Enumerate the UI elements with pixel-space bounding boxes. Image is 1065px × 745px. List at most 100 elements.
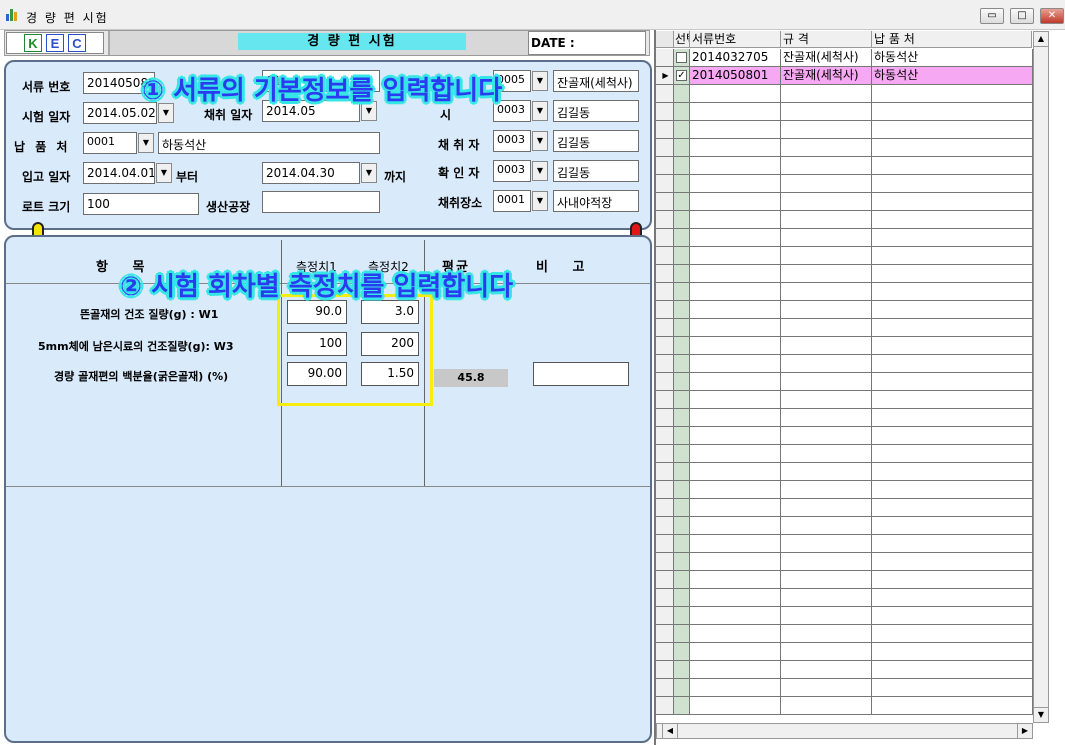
empty-cell[interactable]	[872, 553, 1033, 571]
grid-empty-row[interactable]	[656, 211, 1033, 229]
empty-cell[interactable]	[781, 481, 872, 499]
empty-cell[interactable]	[872, 121, 1033, 139]
grid-empty-row[interactable]	[656, 139, 1033, 157]
row-doc-no[interactable]: 2014050801	[690, 67, 781, 85]
empty-cell[interactable]	[781, 625, 872, 643]
empty-cell[interactable]	[872, 607, 1033, 625]
lot-size-field[interactable]: 100	[83, 193, 199, 215]
empty-cell[interactable]	[690, 229, 781, 247]
empty-cell[interactable]	[781, 661, 872, 679]
empty-cell[interactable]	[781, 607, 872, 625]
empty-cell[interactable]	[872, 445, 1033, 463]
grid-empty-row[interactable]	[656, 463, 1033, 481]
empty-cell[interactable]	[872, 139, 1033, 157]
in-date-from-dropdown-button[interactable]: ▼	[156, 163, 172, 183]
empty-cell[interactable]	[690, 499, 781, 517]
row-select-cell[interactable]	[674, 697, 690, 715]
grid-empty-row[interactable]	[656, 337, 1033, 355]
grid-empty-row[interactable]	[656, 157, 1033, 175]
scroll-right-button[interactable]: ▶	[1017, 723, 1033, 739]
tester-dropdown-button[interactable]: ▼	[532, 101, 548, 121]
grid-empty-row[interactable]	[656, 355, 1033, 373]
empty-cell[interactable]	[690, 661, 781, 679]
row-select-cell[interactable]	[674, 265, 690, 283]
grid-empty-row[interactable]	[656, 193, 1033, 211]
minimize-button[interactable]: ▭	[980, 8, 1004, 24]
empty-cell[interactable]	[781, 517, 872, 535]
empty-cell[interactable]	[690, 481, 781, 499]
empty-cell[interactable]	[872, 571, 1033, 589]
empty-cell[interactable]	[781, 103, 872, 121]
empty-cell[interactable]	[781, 553, 872, 571]
grid-empty-row[interactable]	[656, 499, 1033, 517]
supplier-dropdown-button[interactable]: ▼	[138, 133, 154, 153]
row-select-cell[interactable]	[674, 49, 690, 67]
empty-cell[interactable]	[872, 373, 1033, 391]
empty-cell[interactable]	[690, 427, 781, 445]
grid-empty-row[interactable]	[656, 391, 1033, 409]
row-select-cell[interactable]	[674, 625, 690, 643]
empty-cell[interactable]	[690, 283, 781, 301]
empty-cell[interactable]	[781, 535, 872, 553]
row-select-cell[interactable]	[674, 661, 690, 679]
spec-dropdown-button[interactable]: ▼	[532, 71, 548, 91]
grid-horizontal-scrollbar[interactable]	[656, 723, 1033, 739]
row-select-cell[interactable]	[674, 211, 690, 229]
grid-empty-row[interactable]	[656, 265, 1033, 283]
grid-empty-row[interactable]	[656, 589, 1033, 607]
grid-empty-row[interactable]	[656, 373, 1033, 391]
grid-data-row[interactable]: ▶ ✓ 2014050801 잔골재(세척사) 하동석산	[656, 67, 1033, 85]
empty-cell[interactable]	[781, 643, 872, 661]
empty-cell[interactable]	[781, 139, 872, 157]
empty-cell[interactable]	[690, 355, 781, 373]
place-dropdown-button[interactable]: ▼	[532, 191, 548, 211]
empty-cell[interactable]	[781, 283, 872, 301]
row-spec[interactable]: 잔골재(세척사)	[781, 67, 872, 85]
empty-cell[interactable]	[690, 337, 781, 355]
place-name-field[interactable]: 사내야적장	[553, 190, 639, 212]
empty-cell[interactable]	[781, 571, 872, 589]
empty-cell[interactable]	[781, 265, 872, 283]
empty-cell[interactable]	[781, 247, 872, 265]
empty-cell[interactable]	[872, 391, 1033, 409]
empty-cell[interactable]	[872, 211, 1033, 229]
row-select-cell[interactable]	[674, 607, 690, 625]
grid-empty-row[interactable]	[656, 85, 1033, 103]
scroll-left-button[interactable]: ◀	[662, 723, 678, 739]
empty-cell[interactable]	[781, 679, 872, 697]
empty-cell[interactable]	[872, 643, 1033, 661]
empty-cell[interactable]	[781, 373, 872, 391]
empty-cell[interactable]	[872, 427, 1033, 445]
grid-empty-row[interactable]	[656, 409, 1033, 427]
in-date-to-dropdown-button[interactable]: ▼	[361, 163, 377, 183]
factory-field[interactable]	[262, 191, 380, 213]
row-select-cell[interactable]	[674, 571, 690, 589]
grid-header-spec[interactable]: 규 격	[781, 31, 872, 48]
row-spec[interactable]: 잔골재(세척사)	[781, 49, 872, 67]
empty-cell[interactable]	[872, 517, 1033, 535]
row-checkbox[interactable]	[676, 52, 687, 63]
empty-cell[interactable]	[690, 103, 781, 121]
empty-cell[interactable]	[872, 463, 1033, 481]
grid-empty-row[interactable]	[656, 229, 1033, 247]
scroll-down-button[interactable]: ▼	[1033, 707, 1049, 723]
empty-cell[interactable]	[690, 517, 781, 535]
empty-cell[interactable]	[781, 427, 872, 445]
confirmer-name-field[interactable]: 김길동	[553, 160, 639, 182]
supplier-code-combo[interactable]: 0001	[83, 132, 137, 154]
empty-cell[interactable]	[872, 661, 1033, 679]
maximize-button[interactable]: □	[1010, 8, 1034, 24]
empty-cell[interactable]	[690, 85, 781, 103]
row-select-cell[interactable]	[674, 409, 690, 427]
empty-cell[interactable]	[690, 391, 781, 409]
empty-cell[interactable]	[690, 211, 781, 229]
row-select-cell[interactable]	[674, 355, 690, 373]
row-select-cell[interactable]	[674, 373, 690, 391]
empty-cell[interactable]	[872, 535, 1033, 553]
empty-cell[interactable]	[781, 463, 872, 481]
empty-cell[interactable]	[690, 265, 781, 283]
empty-cell[interactable]	[690, 625, 781, 643]
grid-empty-row[interactable]	[656, 625, 1033, 643]
empty-cell[interactable]	[872, 481, 1033, 499]
grid-empty-row[interactable]	[656, 103, 1033, 121]
